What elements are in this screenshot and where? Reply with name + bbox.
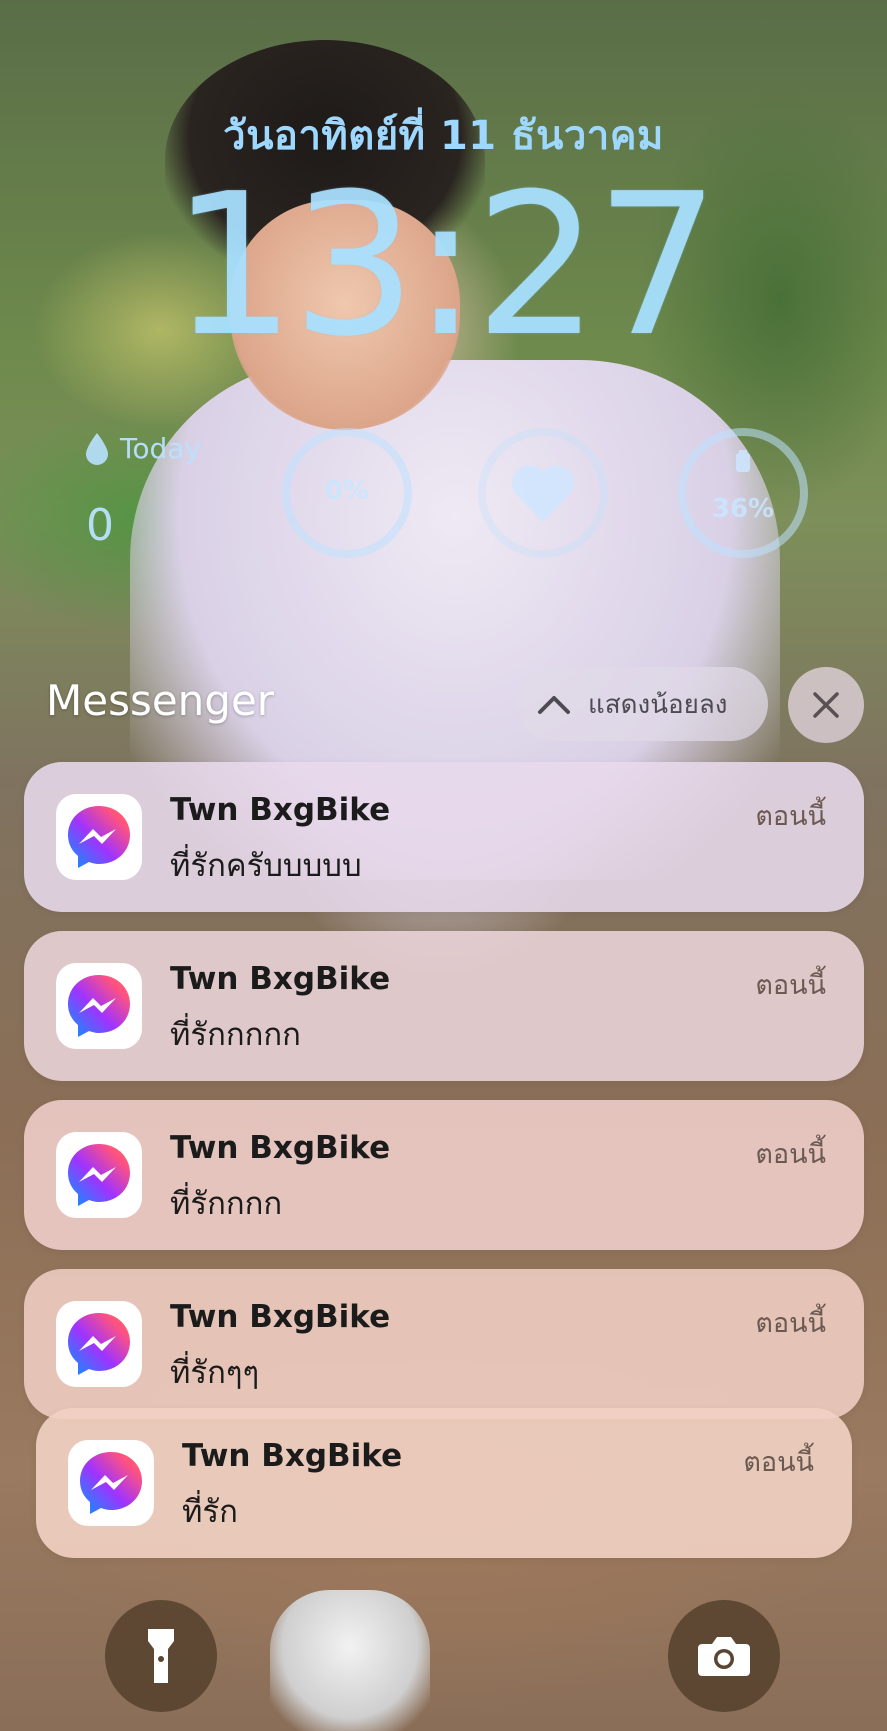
notification-time: ตอนนี้ xyxy=(755,1139,826,1170)
messenger-app-icon xyxy=(56,963,142,1049)
messenger-app-icon xyxy=(56,1132,142,1218)
notification-message: ที่รัก xyxy=(182,1494,238,1530)
notification-message: ที่รักกกกก xyxy=(170,1017,301,1053)
water-drop-icon xyxy=(86,433,108,465)
notification-time: ตอนนี้ xyxy=(755,1308,826,1339)
notification-card[interactable]: Twn BxgBike ที่รักกกก ตอนนี้ xyxy=(24,1100,864,1250)
messenger-icon xyxy=(68,1144,130,1206)
show-less-button[interactable]: แสดงน้อยลง xyxy=(516,667,768,741)
messenger-icon xyxy=(80,1452,142,1514)
notification-card[interactable]: Twn BxgBike ที่รักครับบบบบ ตอนนี้ xyxy=(24,762,864,912)
notification-card[interactable]: Twn BxgBike ที่รักๆๆ ตอนนี้ xyxy=(24,1269,864,1419)
notification-card[interactable]: Twn BxgBike ที่รัก ตอนนี้ xyxy=(36,1408,852,1558)
messenger-icon xyxy=(68,975,130,1037)
close-icon xyxy=(813,692,839,718)
camera-icon xyxy=(698,1637,750,1676)
chevron-up-icon xyxy=(538,696,570,714)
messenger-app-icon xyxy=(68,1440,154,1526)
notification-card[interactable]: Twn BxgBike ที่รักกกกก ตอนนี้ xyxy=(24,931,864,1081)
battery-icon xyxy=(736,450,750,472)
messenger-app-icon xyxy=(56,1301,142,1387)
clear-notifications-button[interactable] xyxy=(788,667,864,743)
water-widget-label: Today xyxy=(120,432,201,465)
notification-sender: Twn BxgBike xyxy=(170,1299,391,1335)
water-widget-value: 0 xyxy=(86,500,114,551)
notification-time: ตอนนี้ xyxy=(743,1447,814,1478)
heart-icon xyxy=(512,465,574,522)
notification-group-title: Messenger xyxy=(46,676,275,725)
progress-ring-percent: 0% xyxy=(324,476,370,506)
messenger-icon xyxy=(68,806,130,868)
lockscreen-clock[interactable]: 13:27 xyxy=(0,168,887,364)
camera-button[interactable] xyxy=(668,1600,780,1712)
notification-sender: Twn BxgBike xyxy=(170,792,391,828)
notification-message: ที่รักๆๆ xyxy=(170,1355,260,1391)
flashlight-icon xyxy=(148,1629,174,1683)
notification-sender: Twn BxgBike xyxy=(182,1438,403,1474)
notification-message: ที่รักกกก xyxy=(170,1186,283,1222)
progress-ring-widget[interactable]: 0% xyxy=(282,428,412,558)
battery-ring-percent: 36% xyxy=(711,494,775,524)
messenger-icon xyxy=(68,1313,130,1375)
battery-ring-widget[interactable]: 36% xyxy=(678,428,808,558)
notification-time: ตอนนี้ xyxy=(755,801,826,832)
water-widget[interactable]: Today 0 xyxy=(84,430,244,551)
notification-message: ที่รักครับบบบบ xyxy=(170,848,362,884)
health-ring-widget[interactable] xyxy=(478,428,608,558)
notification-sender: Twn BxgBike xyxy=(170,961,391,997)
notification-sender: Twn BxgBike xyxy=(170,1130,391,1166)
notification-time: ตอนนี้ xyxy=(755,970,826,1001)
show-less-label: แสดงน้อยลง xyxy=(588,689,728,720)
messenger-app-icon xyxy=(56,794,142,880)
flashlight-button[interactable] xyxy=(105,1600,217,1712)
wallpaper-shoe xyxy=(270,1590,430,1731)
